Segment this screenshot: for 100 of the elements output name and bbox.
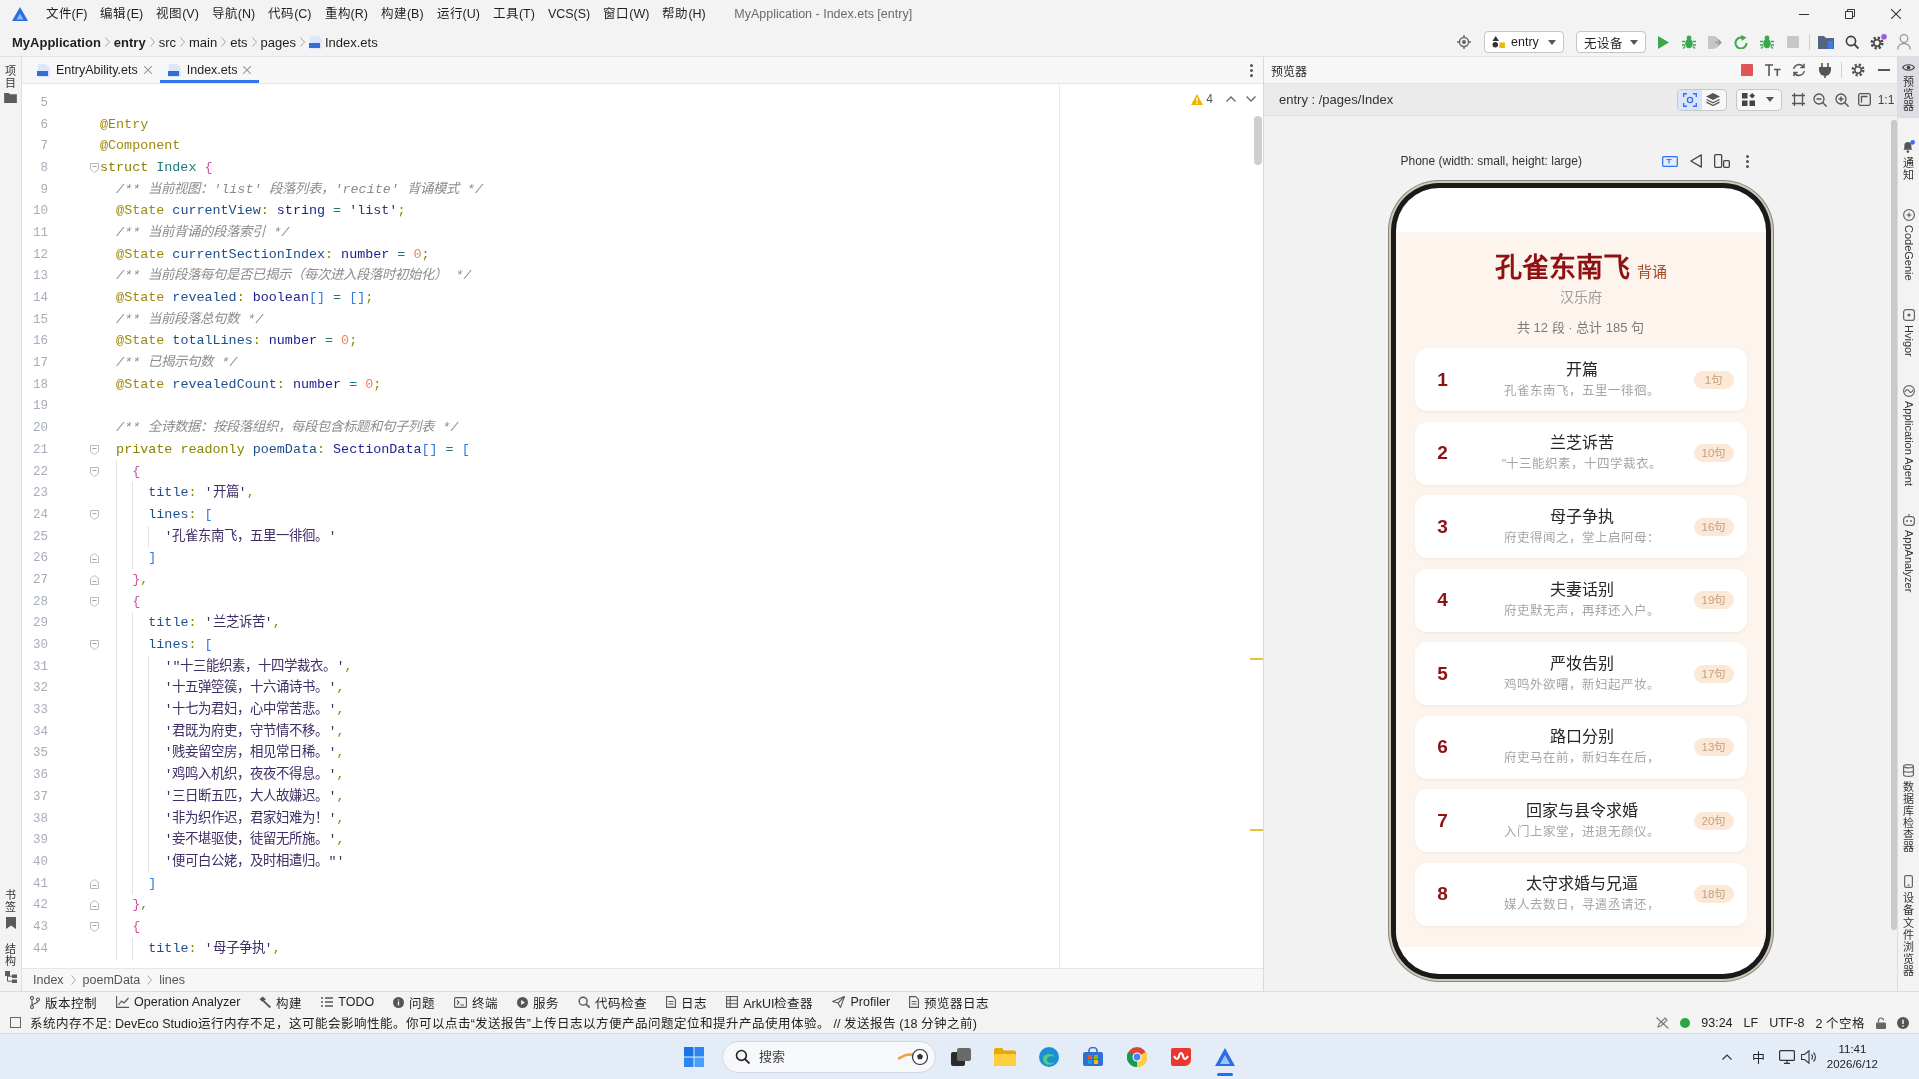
menu-item[interactable]: 帮助(H) — [655, 3, 713, 25]
scrollbar[interactable] — [1891, 120, 1897, 930]
tool-window-button[interactable]: 版本控制 — [30, 992, 97, 1012]
plug-icon[interactable] — [1818, 62, 1832, 78]
actual-size-button[interactable]: 1:1 — [1877, 92, 1895, 107]
fold-icon[interactable] — [89, 162, 99, 173]
menu-item[interactable]: 窗口(W) — [596, 3, 656, 25]
editor-tab[interactable]: Index.ets — [159, 57, 260, 83]
fold-end-icon[interactable] — [89, 553, 99, 564]
menu-item[interactable]: 文件(F) — [39, 3, 94, 25]
target-icon[interactable] — [1457, 35, 1471, 49]
more-icon[interactable] — [1250, 63, 1253, 77]
devices-icon[interactable] — [1713, 154, 1730, 168]
section-card[interactable]: 7 回家与县令求婚 入门上家堂，进退无颜仪。 20句 — [1414, 789, 1747, 852]
window-stack-icon[interactable] — [951, 1047, 971, 1066]
expand-icon[interactable] — [1857, 93, 1871, 106]
zoom-out-icon[interactable] — [1813, 92, 1827, 107]
tool-window-button[interactable]: 构建 — [259, 992, 303, 1012]
menu-item[interactable]: 构建(B) — [374, 3, 431, 25]
warning-count[interactable]: 4 — [1206, 92, 1213, 106]
tool-window-button[interactable]: CodeGenie — [1898, 203, 1919, 288]
run-configuration-dropdown[interactable]: entry — [1484, 31, 1564, 53]
speaker-icon[interactable] — [1800, 1049, 1817, 1064]
caret-position[interactable]: 93:24 — [1701, 1015, 1733, 1030]
monitor-icon[interactable] — [1778, 1049, 1795, 1064]
chevron-up-icon[interactable] — [1226, 96, 1236, 102]
tool-window-button[interactable]: Profiler — [832, 995, 891, 1009]
fold-end-icon[interactable] — [89, 900, 99, 911]
tool-window-button[interactable]: 终端 — [454, 992, 499, 1012]
fold-icon[interactable] — [89, 596, 99, 607]
fold-icon[interactable] — [89, 466, 99, 477]
zoom-in-icon[interactable] — [1835, 92, 1849, 107]
tool-window-button[interactable]: 服务 — [517, 992, 560, 1012]
tool-window-button[interactable]: Application Agent — [1898, 378, 1919, 492]
tool-window-button[interactable]: 书签 — [5, 888, 16, 929]
breadcrumb-item[interactable]: Index.ets — [324, 34, 378, 50]
tool-window-button[interactable]: 问题 — [393, 992, 436, 1012]
layers-icon[interactable] — [1706, 93, 1720, 106]
breadcrumb-item[interactable]: src — [158, 34, 176, 50]
folder-icon[interactable] — [1818, 35, 1834, 49]
menu-item[interactable]: VCS(S) — [541, 3, 597, 25]
bug-icon[interactable] — [1682, 35, 1696, 49]
lock-icon[interactable] — [1876, 1016, 1886, 1029]
layout-dropdown[interactable] — [1736, 88, 1782, 111]
section-card[interactable]: 2 兰芝诉苦 "十三能织素，十四学裁衣。 10句 — [1414, 421, 1747, 485]
tool-window-button[interactable]: TODO — [321, 995, 375, 1009]
breadcrumb-item[interactable]: pages — [260, 34, 296, 50]
section-card[interactable]: 1 开篇 孔雀东南飞，五里一徘徊。 1句 — [1414, 348, 1747, 411]
menu-item[interactable]: 工具(T) — [486, 3, 542, 25]
tool-window-button[interactable]: Hvigor — [1898, 303, 1919, 363]
tool-window-button[interactable]: 设备文件浏览器 — [1898, 869, 1919, 983]
fold-icon[interactable] — [89, 640, 99, 651]
editor-tab[interactable]: EntryAbility.ets — [29, 57, 160, 83]
fold-icon[interactable] — [89, 444, 99, 455]
scrollbar[interactable] — [1254, 116, 1262, 165]
search-field[interactable]: 搜索 — [722, 1040, 936, 1073]
breadcrumb-item[interactable]: entry — [113, 34, 146, 50]
tool-window-button[interactable]: Operation Analyzer — [116, 995, 241, 1009]
section-card[interactable]: 4 夫妻话别 府吏默无声，再拜还入户。 19句 — [1414, 568, 1747, 632]
breadcrumb-item[interactable]: Index — [33, 973, 64, 987]
section-card[interactable]: 3 母子争执 府吏得闻之，堂上启阿母： 16句 — [1414, 495, 1747, 558]
restore-icon[interactable] — [1845, 9, 1855, 19]
search-icon[interactable] — [1845, 35, 1859, 49]
menu-item[interactable]: 视图(V) — [149, 3, 206, 25]
arrow-icon[interactable] — [1708, 35, 1722, 49]
chevron-up-icon[interactable] — [1721, 1053, 1732, 1060]
fold-end-icon[interactable] — [89, 574, 99, 585]
pencil-icon[interactable] — [1656, 1016, 1670, 1029]
more-icon[interactable] — [1746, 154, 1749, 168]
menu-item[interactable]: 重构(R) — [318, 3, 375, 25]
tool-window-button[interactable]: 预览器日志 — [909, 992, 990, 1012]
breadcrumb-item[interactable]: MyApplication — [12, 34, 101, 50]
indent-setting[interactable]: 2 个空格 — [1815, 1013, 1865, 1032]
tool-window-button[interactable]: 通知 — [1898, 134, 1919, 188]
device-dropdown[interactable]: 无设备 — [1576, 31, 1646, 53]
alert-icon[interactable] — [1897, 1016, 1909, 1029]
warning-marker[interactable] — [1250, 829, 1263, 831]
fold-icon[interactable] — [89, 921, 99, 932]
menu-item[interactable]: 编辑(E) — [93, 3, 150, 25]
breadcrumb-item[interactable]: ets — [230, 34, 248, 50]
section-card[interactable]: 6 路口分别 府吏马在前，新妇车在后， 13句 — [1414, 715, 1747, 779]
screen-icon[interactable] — [1661, 155, 1678, 167]
minimize-icon[interactable] — [1799, 13, 1809, 15]
inspector-toggle[interactable] — [1678, 89, 1702, 110]
chevron-down-icon[interactable] — [1246, 96, 1256, 102]
triangle-logo-icon[interactable] — [1215, 1047, 1235, 1066]
fold-end-icon[interactable] — [89, 878, 99, 889]
four-squares-icon[interactable] — [684, 1046, 704, 1067]
user-icon[interactable] — [1897, 34, 1911, 50]
tool-window-button[interactable]: 预览器 — [1898, 57, 1919, 119]
breadcrumb-item[interactable]: main — [189, 34, 218, 50]
clock-date[interactable]: 2026/6/12 — [1826, 1056, 1878, 1072]
tile-icon[interactable] — [1171, 1047, 1191, 1066]
tool-window-button[interactable]: 项目 — [4, 65, 17, 104]
color-ring-icon[interactable] — [1127, 1046, 1147, 1067]
square-icon[interactable] — [10, 1017, 21, 1028]
play-icon[interactable] — [1657, 35, 1669, 49]
crop-icon[interactable] — [1791, 93, 1805, 106]
section-card[interactable]: 5 严妆告别 鸡鸣外欲曙，新妇起严妆。 17句 — [1414, 642, 1747, 705]
fold-icon[interactable] — [89, 509, 99, 520]
